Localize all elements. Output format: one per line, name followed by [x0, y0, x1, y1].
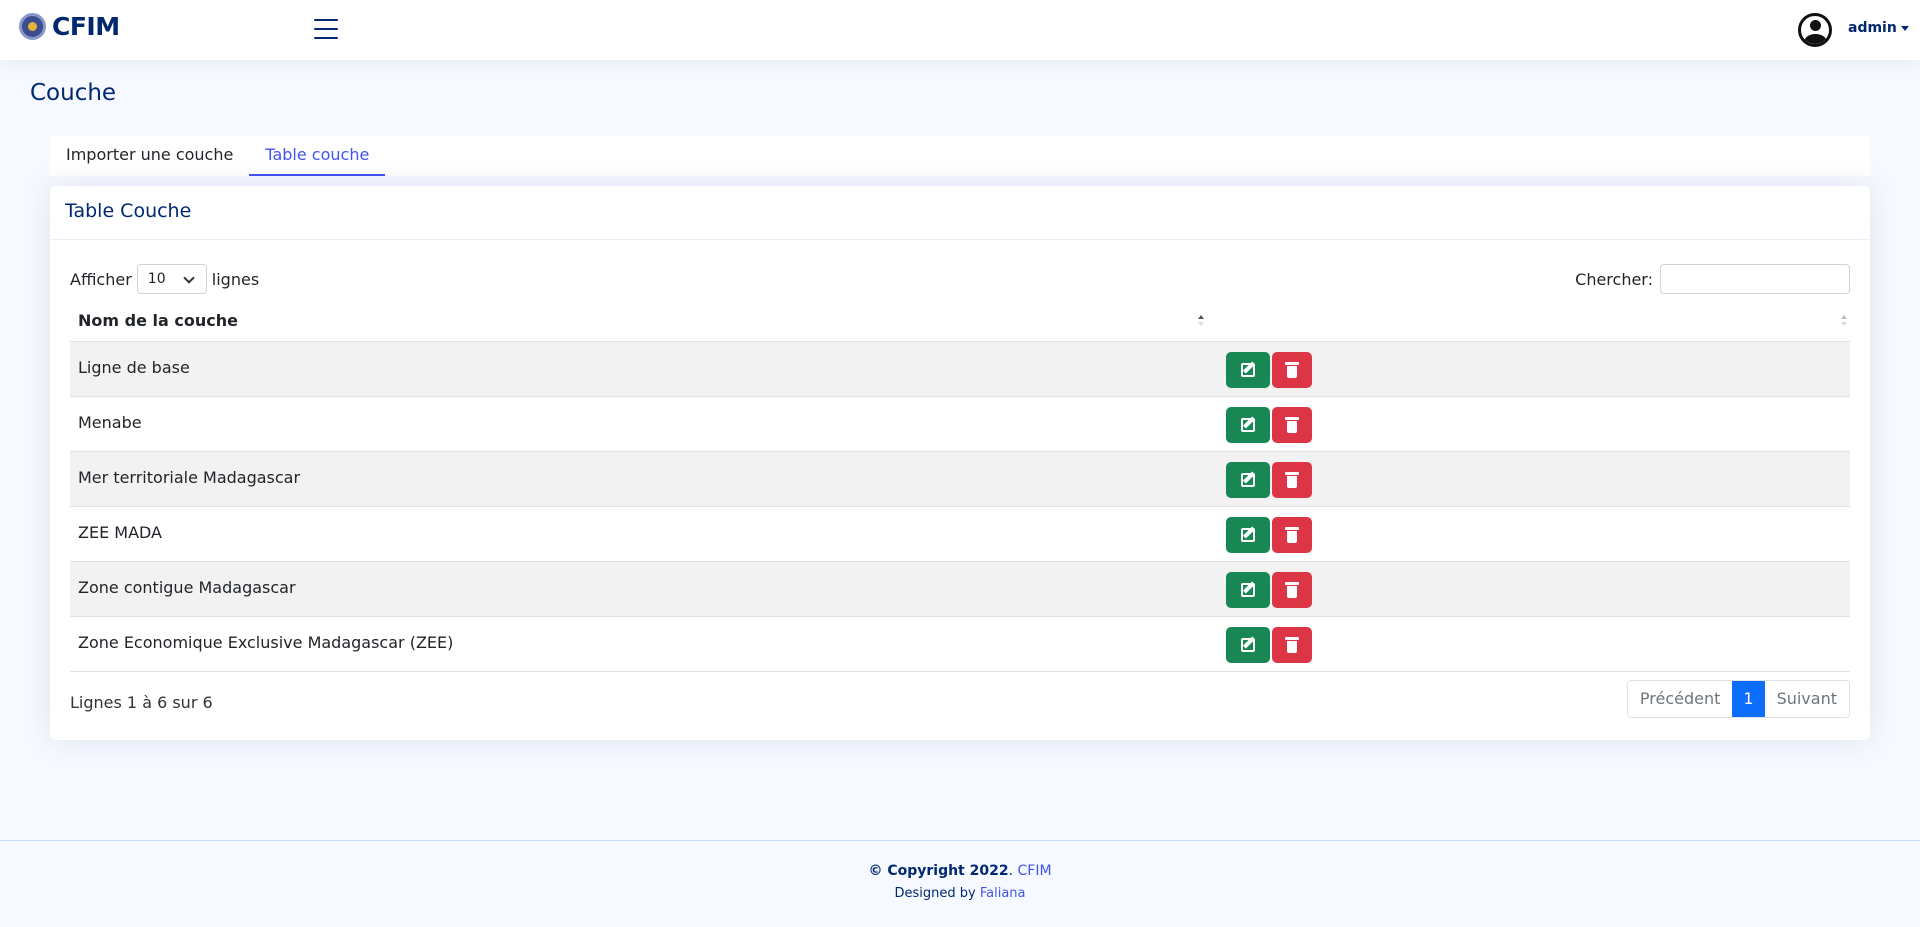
table-row: Zone contigue Madagascar — [70, 562, 1850, 617]
edit-button[interactable] — [1226, 462, 1270, 498]
layer-name: ZEE MADA — [78, 523, 162, 542]
sort-icon[interactable] — [1197, 315, 1205, 327]
caret-down-icon — [1900, 25, 1909, 31]
brand-name: CFIM — [52, 12, 120, 41]
trash-icon — [1285, 472, 1299, 488]
trash-icon — [1285, 637, 1299, 653]
designed-by-label: Designed by — [894, 886, 976, 901]
hamburger-menu-icon[interactable] — [314, 19, 338, 41]
layer-name: Mer territoriale Madagascar — [78, 468, 301, 487]
page-title: Couche — [30, 80, 117, 106]
length-prefix: Afficher — [70, 269, 132, 289]
edit-button[interactable] — [1226, 407, 1270, 443]
table-row: Zone Economique Exclusive Madagascar (ZE… — [70, 617, 1850, 672]
delete-button[interactable] — [1272, 627, 1312, 663]
search-label: Chercher: — [1575, 269, 1653, 289]
trash-icon — [1285, 362, 1299, 378]
page-length-select[interactable]: 10 — [136, 264, 207, 294]
delete-button[interactable] — [1272, 462, 1312, 498]
designer-link[interactable]: Faliana — [980, 886, 1026, 901]
table-row: Ligne de base — [70, 342, 1850, 397]
layer-name: Menabe — [78, 413, 142, 432]
designed-by: Designed by Faliana — [0, 886, 1920, 901]
column-header-name[interactable]: Nom de la couche — [78, 311, 238, 330]
user-name: admin — [1848, 20, 1897, 36]
edit-icon — [1241, 583, 1255, 597]
edit-button[interactable] — [1226, 517, 1270, 553]
edit-button[interactable] — [1226, 352, 1270, 388]
tab-bar: Importer une couche Table couche — [50, 136, 1870, 176]
table-header: Nom de la couche — [70, 300, 1850, 342]
copyright: © Copyright 2022. CFIM — [868, 863, 1052, 879]
user-avatar-icon[interactable] — [1798, 13, 1832, 47]
logo-emblem-icon — [19, 13, 46, 40]
search-input[interactable] — [1660, 264, 1850, 294]
delete-button[interactable] — [1272, 517, 1312, 553]
tab-import-layer[interactable]: Importer une couche — [50, 136, 249, 176]
trash-icon — [1285, 527, 1299, 543]
pagination: Précédent 1 Suivant — [1626, 680, 1850, 718]
chevron-down-icon — [183, 272, 195, 284]
pagination-previous[interactable]: Précédent — [1628, 681, 1732, 717]
pagination-page-current[interactable]: 1 — [1732, 681, 1765, 717]
copyright-prefix: © Copyright 2022 — [868, 863, 1009, 879]
edit-icon — [1241, 418, 1255, 432]
table-info: Lignes 1 à 6 sur 6 — [70, 693, 213, 712]
card-divider — [50, 239, 1870, 240]
top-header: CFIM admin — [0, 0, 1920, 60]
tab-layer-table[interactable]: Table couche — [249, 136, 386, 176]
length-suffix: lignes — [211, 269, 260, 289]
footer: © Copyright 2022. CFIM Designed by Falia… — [0, 840, 1920, 927]
edit-icon — [1241, 473, 1255, 487]
logo[interactable]: CFIM — [19, 12, 120, 41]
page-length-value: 10 — [147, 271, 166, 287]
search-control: Chercher: — [1575, 264, 1850, 294]
page-length-control: Afficher 10 lignes — [70, 264, 259, 294]
edit-icon — [1241, 638, 1255, 652]
edit-button[interactable] — [1226, 572, 1270, 608]
footer-brand-link[interactable]: CFIM — [1018, 863, 1052, 879]
table-row: ZEE MADA — [70, 507, 1850, 562]
delete-button[interactable] — [1272, 352, 1312, 388]
edit-icon — [1241, 528, 1255, 542]
pagination-next[interactable]: Suivant — [1765, 681, 1849, 717]
sort-icon[interactable] — [1840, 315, 1848, 327]
layer-name: Zone Economique Exclusive Madagascar (ZE… — [78, 633, 454, 652]
layer-name: Ligne de base — [78, 358, 190, 377]
layer-table: Nom de la couche Ligne de base Menabe Me… — [70, 300, 1850, 672]
edit-icon — [1241, 363, 1255, 377]
layer-name: Zone contigue Madagascar — [78, 578, 296, 597]
trash-icon — [1285, 417, 1299, 433]
user-dropdown[interactable]: admin — [1848, 20, 1909, 36]
trash-icon — [1285, 582, 1299, 598]
delete-button[interactable] — [1272, 407, 1312, 443]
table-row: Menabe — [70, 397, 1850, 452]
delete-button[interactable] — [1272, 572, 1312, 608]
layer-table-card: Table Couche Afficher 10 lignes Chercher… — [50, 186, 1870, 740]
card-title: Table Couche — [65, 200, 192, 222]
edit-button[interactable] — [1226, 627, 1270, 663]
table-row: Mer territoriale Madagascar — [70, 452, 1850, 507]
